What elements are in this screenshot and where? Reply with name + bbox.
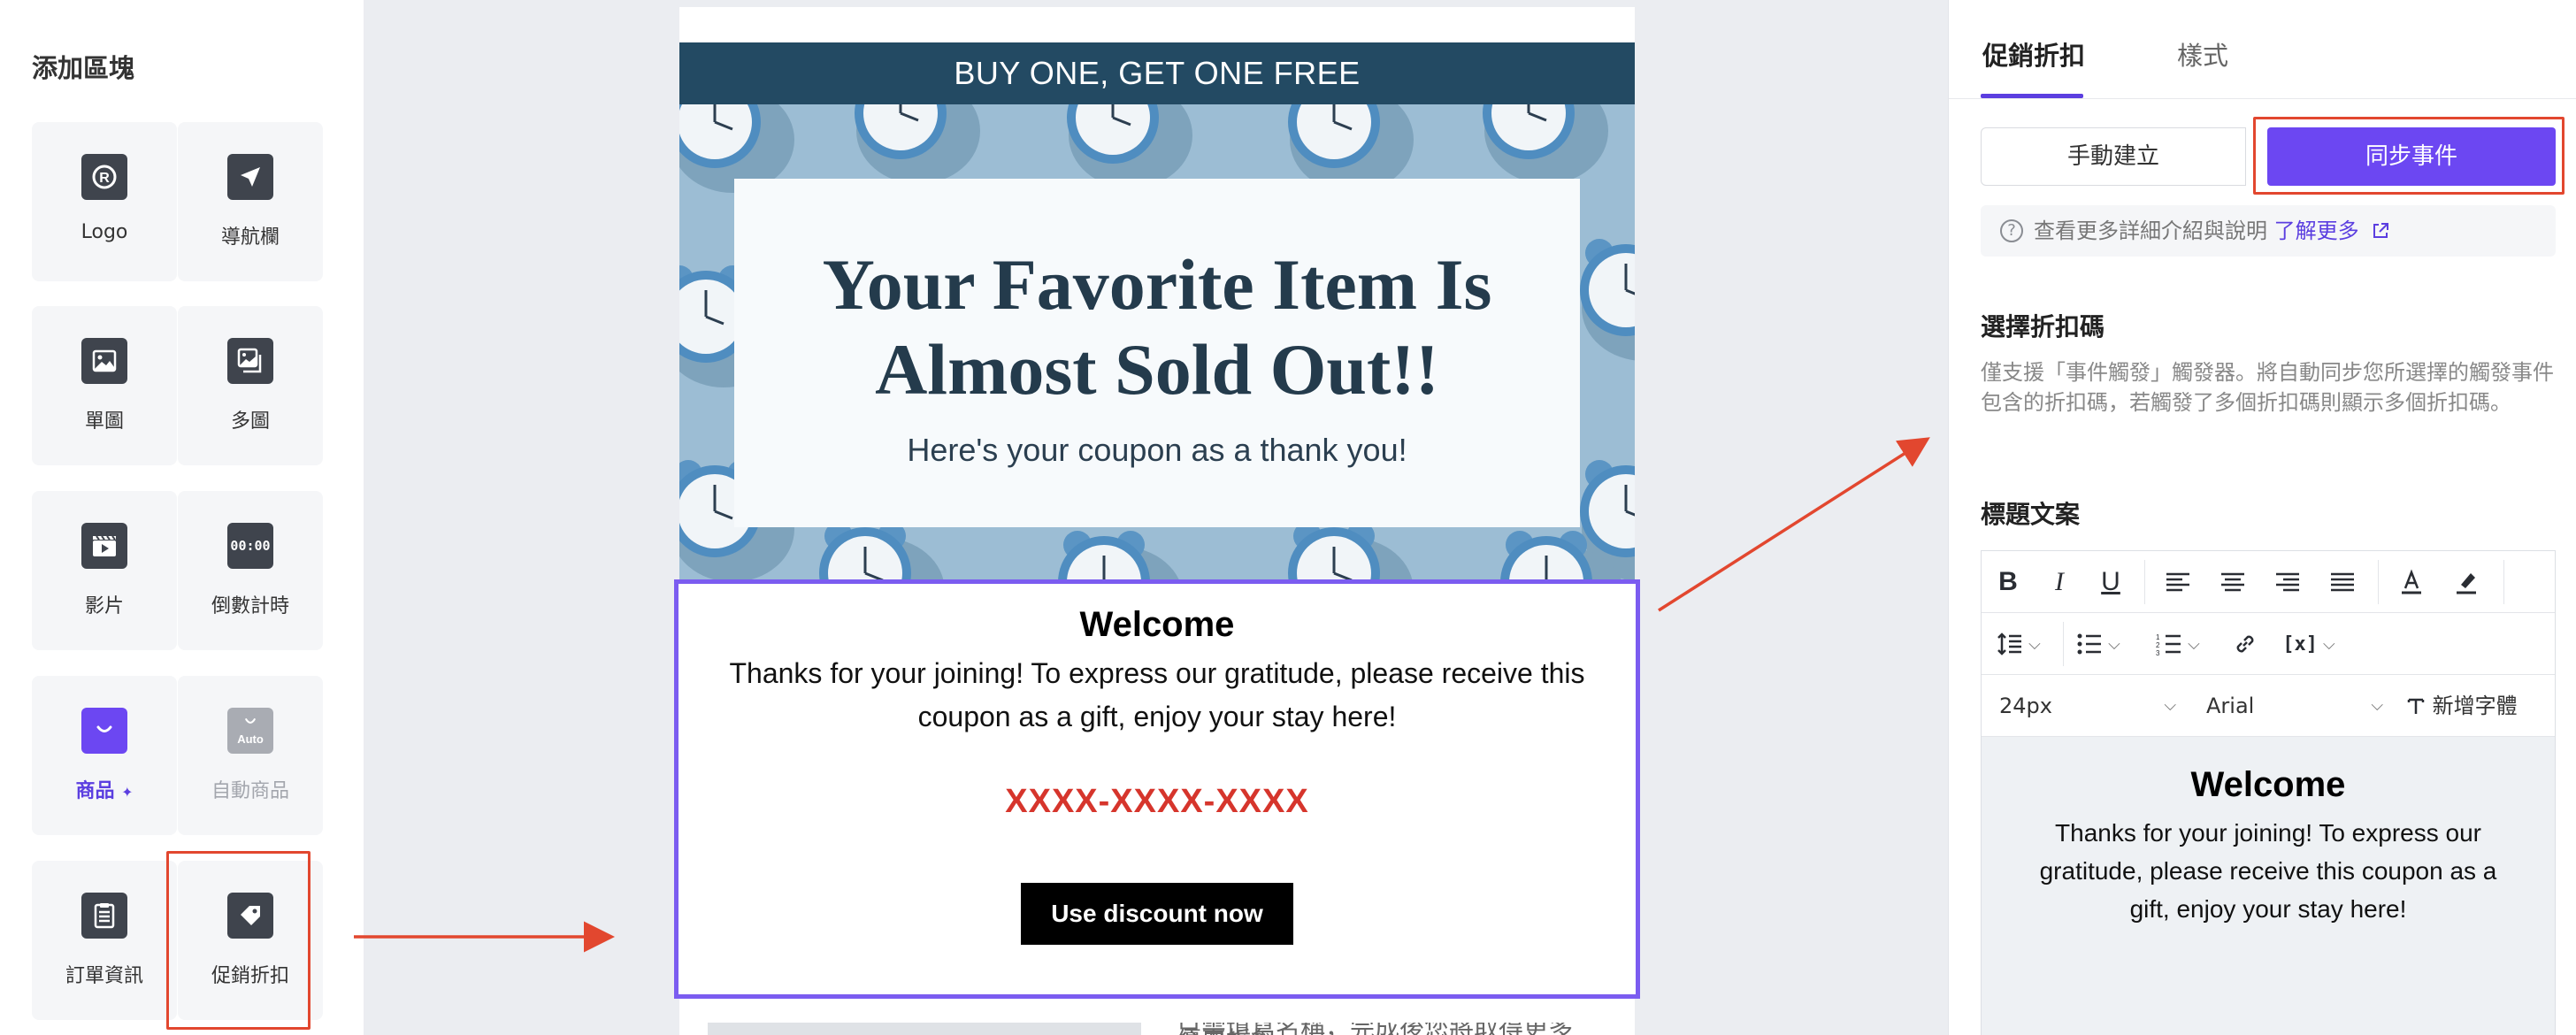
select-code-title: 選擇折扣碼 [1981,312,2105,341]
alarm-clock [1483,104,1608,184]
variable-icon: [x] [2282,632,2319,656]
align-left-icon[interactable] [2153,551,2203,613]
block-label: 導航欄 [220,226,280,249]
svg-text:1: 1 [2156,633,2160,641]
font-icon [2407,698,2425,714]
external-link-icon [2373,223,2389,238]
svg-text:R: R [99,171,110,186]
block-logo[interactable]: R Logo [32,122,177,281]
alarm-clock [855,104,980,184]
add-font-button[interactable]: 新增字體 [2406,675,2548,737]
tab-promo-discount[interactable]: 促銷折扣 [1982,35,2085,73]
use-discount-button[interactable]: Use discount now [1021,883,1293,945]
align-center-icon[interactable] [2208,551,2258,613]
block-auto-product[interactable]: Auto 自動商品 [178,676,323,835]
coupon-body: Thanks for your joining! To express our … [729,657,1585,732]
sync-event-highlight [2253,117,2564,195]
hero-title: Your Favorite Item Is Almost Sold Out!! [822,244,1492,410]
promo-banner[interactable]: BUY ONE, GET ONE FREE [679,42,1635,104]
active-tab-indicator [1981,94,2083,98]
help-text: 查看更多詳細介紹與說明 [2034,218,2267,243]
toolbar-row-format: B I U [1982,551,2555,613]
auto-product-icon: Auto [227,708,273,754]
align-justify-icon[interactable] [2318,551,2367,613]
block-label: 影片 [84,595,124,617]
block-label: 單圖 [84,410,124,433]
settings-tabs: 促銷折扣 樣式 [1949,0,2576,99]
select-code-description: 僅支援「事件觸發」觸發器。將自動同步您所選擇的觸發事件包含的折扣碼，若觸發了多個… [1981,360,2554,415]
logo-icon: R [81,154,127,200]
navigation-arrow-icon [227,154,273,200]
bullet-list-icon[interactable]: ⌵ [2070,613,2127,675]
help-question-icon: ? [2000,219,2023,242]
hero-subtitle: Here's your coupon as a thank you! [907,432,1407,468]
order-info-icon [81,893,127,939]
panel-title: 添加區塊 [32,53,135,83]
block-label: 商品 ✦ [75,780,134,802]
block-label: 自動商品 [211,780,289,802]
font-family-select[interactable]: Arial ⌵ [2206,675,2392,737]
preview-body: Thanks for your joining! To express our … [2039,819,2497,923]
discount-block[interactable]: Welcome Thanks for your joining! To expr… [674,579,1640,999]
hero-image[interactable]: Your Favorite Item Is Almost Sold Out!! … [679,104,1635,589]
countdown-digits: 00:00 [230,538,271,554]
add-block-panel: 添加區塊 R Logo 導航欄 單圖 多圖 影片 00:00 倒數計時 商品 ✦… [0,0,364,1035]
auto-badge: Auto [237,732,264,746]
coupon-heading: Welcome [1079,605,1235,644]
bold-button[interactable]: B [1985,551,2031,613]
tab-style[interactable]: 樣式 [2177,35,2228,73]
line-height-icon[interactable]: ⌵ [1990,613,2047,675]
italic-button[interactable]: I [2036,551,2082,613]
toolbar-row-font: 24px ⌵ Arial ⌵ 新增字體 [1982,675,2555,737]
learn-more-link[interactable]: 了解更多 [2274,218,2391,243]
block-video[interactable]: 影片 [32,491,177,650]
countdown-icon: 00:00 [227,523,273,569]
block-multi-image[interactable]: 多圖 [178,306,323,465]
ai-sparkle-icon: ✦ [121,784,134,801]
underline-button[interactable]: U [2088,551,2134,613]
svg-text:3: 3 [2156,649,2160,656]
manual-create-button[interactable]: 手動建立 [1981,127,2246,186]
align-right-icon[interactable] [2263,551,2312,613]
hero-card: Your Favorite Item Is Almost Sold Out!! … [734,179,1580,527]
block-product[interactable]: 商品 ✦ [32,676,177,835]
next-block-text: 只需填寫名稱，完成後您將取得更多優惠折扣 [1177,1023,1583,1035]
block-countdown[interactable]: 00:00 倒數計時 [178,491,323,650]
editor-content-area[interactable]: Welcome Thanks for your joining! To expr… [1982,737,2555,1035]
alarm-clock [1580,239,1635,361]
next-block-image [708,1023,1141,1035]
block-label: 倒數計時 [211,595,289,617]
insert-variable-button[interactable]: [x] ⌵ [2275,613,2342,675]
settings-panel: 促銷折扣 樣式 手動建立 同步事件 ? 查看更多詳細介紹與說明 了解更多 選擇折… [1948,0,2576,1035]
font-size-select[interactable]: 24px ⌵ [1999,675,2185,737]
numbered-list-icon[interactable]: 1 2 3 ⌵ [2150,613,2206,675]
coupon-code: XXXX-XXXX-XXXX [1005,783,1309,820]
toolbar-row-structure: ⌵ ⌵ 1 2 3 ⌵ [x] ⌵ [1982,613,2555,675]
highlight-icon[interactable] [2442,551,2491,613]
link-icon[interactable] [2222,613,2268,675]
block-label: Logo [80,221,128,243]
preview-heading: Welcome [2190,765,2346,804]
block-order-info[interactable]: 訂單資訊 [32,861,177,1020]
block-navigation[interactable]: 導航欄 [178,122,323,281]
block-single-image[interactable]: 單圖 [32,306,177,465]
rich-text-editor: B I U ⌵ ⌵ 1 2 3 ⌵ [x] ⌵ 24px ⌵ Arial ⌵ 新… [1981,550,2556,1035]
svg-text:2: 2 [2156,641,2160,649]
single-image-icon [81,338,127,384]
alarm-clock [1067,104,1192,188]
shopping-bag-icon [81,708,127,754]
block-label: 多圖 [230,410,270,433]
headline-copy-title: 標題文案 [1981,500,2081,529]
block-label: 訂單資訊 [65,965,143,987]
multi-image-icon [227,338,273,384]
help-bar: ? 查看更多詳細介紹與說明 了解更多 [1981,205,2556,257]
text-color-icon[interactable] [2387,551,2436,613]
video-icon [81,523,127,569]
discount-block-highlight [166,851,310,1030]
